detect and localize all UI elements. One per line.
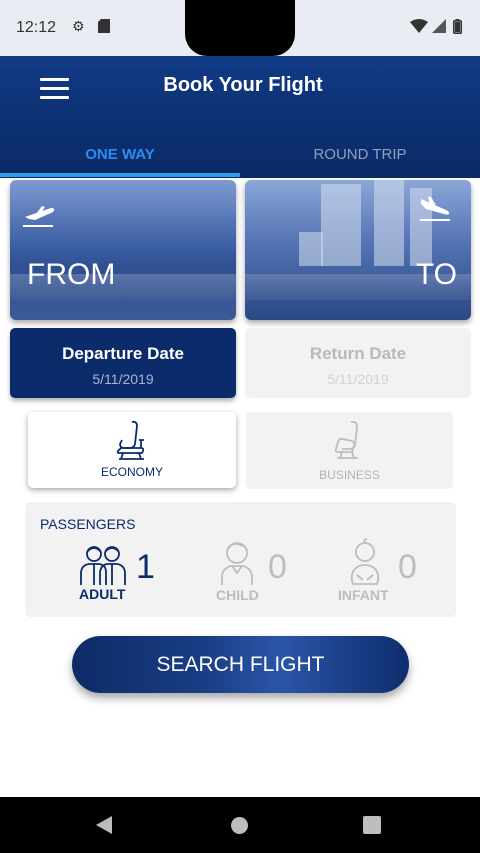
return-date-picker[interactable]: Return Date 5/11/2019 [245,328,471,398]
battery-icon [453,19,463,34]
departure-date-picker[interactable]: Departure Date 5/11/2019 [10,328,236,398]
wifi-icon [410,19,430,33]
child-label: CHILD [216,587,259,603]
nav-home-icon[interactable] [231,817,248,834]
class-economy-label: ECONOMY [100,465,163,479]
adult-label: ADULT [79,586,126,602]
city-background-image [321,184,361,266]
return-date-value: 5/11/2019 [327,371,389,387]
plane-arrival-icon [420,197,450,221]
adult-count: 1 [136,548,155,586]
cell-signal-icon [432,19,448,33]
from-city-card[interactable]: FROM [10,180,236,320]
from-label: FROM [27,258,116,291]
to-label: TO [415,258,457,291]
departure-date-title: Departure Date [62,344,184,363]
camera-notch [185,0,295,56]
departure-date-value: 5/11/2019 [92,371,154,387]
child-icon [221,542,253,585]
nav-recents-icon[interactable] [363,816,381,834]
city-background-image [299,232,323,266]
page-title: Book Your Flight [163,74,323,96]
seat-icon [116,420,145,460]
settings-icon: ⚙ [72,18,85,34]
seat-icon [334,420,358,459]
tab-one-way[interactable]: ONE WAY [0,146,240,163]
infant-label: INFANT [338,587,389,603]
tab-indicator [0,173,240,177]
to-city-card[interactable]: TO [245,180,471,320]
plane-departure-icon [23,206,55,227]
infant-count: 0 [398,548,417,586]
sim-card-icon [98,19,112,33]
return-date-title: Return Date [309,344,407,363]
class-business-label: BUSINESS [319,468,380,482]
class-business-button[interactable]: BUSINESS [246,412,453,489]
class-economy-button[interactable]: ECONOMY [28,412,236,488]
passengers-panel: PASSENGERS 1 ADULT 0 CHILD 0 INFANT [25,502,456,617]
adult-icon [80,546,126,585]
status-time: 12:12 [16,19,57,36]
nav-back-icon[interactable] [96,816,112,834]
tab-round-trip[interactable]: ROUND TRIP [240,146,480,163]
passengers-title: PASSENGERS [40,516,136,532]
child-count: 0 [268,548,287,586]
search-flight-button[interactable]: SEARCH FLIGHT [72,636,409,693]
app-root: 12:12 ⚙ Book Your Flight ONE WAY ROUND T… [0,0,480,853]
infant-icon [350,538,380,585]
city-background-image [374,180,404,266]
